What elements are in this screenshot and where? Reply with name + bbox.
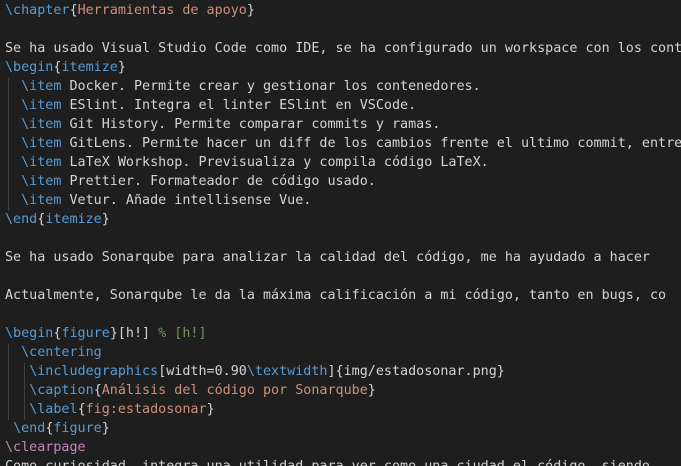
code-token: \centering bbox=[21, 345, 102, 360]
code-token: fig:estadosonar bbox=[85, 402, 207, 417]
code-token: \caption bbox=[29, 383, 94, 398]
code-token: Se ha usado Visual Studio Code como IDE,… bbox=[5, 41, 681, 56]
code-editor[interactable]: \chapter{Herramientas de apoyo} Se ha usa… bbox=[0, 0, 681, 466]
code-token: \item bbox=[21, 155, 62, 170]
code-line[interactable]: \label{fig:estadosonar} bbox=[5, 400, 681, 419]
code-line[interactable]: \centering bbox=[5, 343, 681, 362]
code-token: [h!] bbox=[117, 326, 151, 341]
code-token: \item bbox=[21, 98, 62, 113]
code-token: GitLens. Permite hacer un diff de los ca… bbox=[61, 136, 681, 151]
code-line[interactable]: \item Vetur. Añade intellisense Vue. bbox=[5, 191, 681, 210]
code-token: \item bbox=[21, 174, 62, 189]
code-token: } bbox=[206, 402, 215, 417]
code-token: LaTeX Workshop. Previsualiza y compila c… bbox=[61, 155, 489, 170]
code-token: \begin bbox=[5, 60, 54, 75]
code-line[interactable]: Como curiosidad, integra una utilidad pa… bbox=[5, 457, 681, 466]
code-token: \item bbox=[21, 136, 62, 151]
code-token: Git History. Permite comparar commits y … bbox=[61, 117, 441, 132]
code-line[interactable]: \item LaTeX Workshop. Previsualiza y com… bbox=[5, 153, 681, 172]
code-line[interactable] bbox=[5, 20, 681, 39]
code-token: \item bbox=[21, 117, 62, 132]
code-token: Docker. Permite crear y gestionar los co… bbox=[61, 79, 481, 94]
code-token: % [h!] bbox=[150, 326, 207, 341]
code-token: [width=0.90 bbox=[158, 364, 247, 379]
code-line[interactable]: \clearpage bbox=[5, 438, 681, 457]
code-line[interactable]: \caption{Análisis del código por Sonarqu… bbox=[5, 381, 681, 400]
code-token: } bbox=[117, 60, 126, 75]
code-token: { bbox=[69, 3, 78, 18]
code-token: { bbox=[93, 383, 102, 398]
code-token: Como curiosidad, integra una utilidad pa… bbox=[5, 459, 650, 466]
code-line[interactable]: \end{itemize} bbox=[5, 210, 681, 229]
code-line[interactable]: Se ha usado Visual Studio Code como IDE,… bbox=[5, 39, 681, 58]
code-line[interactable]: \chapter{Herramientas de apoyo} bbox=[5, 1, 681, 20]
code-token: } bbox=[101, 421, 110, 436]
code-token: ]{img/estadosonar.png} bbox=[327, 364, 505, 379]
code-line[interactable]: \begin{figure}[h!] % [h!] bbox=[5, 324, 681, 343]
code-token: \includegraphics bbox=[29, 364, 159, 379]
code-line[interactable]: \includegraphics[width=0.90\textwidth]{i… bbox=[5, 362, 681, 381]
code-token: figure bbox=[61, 326, 110, 341]
code-line[interactable]: \item Git History. Permite comparar comm… bbox=[5, 115, 681, 134]
code-token: \clearpage bbox=[5, 440, 86, 455]
code-token: \textwidth bbox=[246, 364, 328, 379]
code-token: Prettier. Formateador de código usado. bbox=[61, 174, 376, 189]
code-token: itemize bbox=[61, 60, 118, 75]
code-line[interactable] bbox=[5, 267, 681, 286]
code-token: \end bbox=[5, 212, 38, 227]
code-token: Vetur. Añade intellisense Vue. bbox=[61, 193, 312, 208]
code-token: \item bbox=[21, 193, 62, 208]
code-token: Se ha usado Sonarqube para analizar la c… bbox=[5, 250, 650, 265]
code-token: itemize bbox=[45, 212, 102, 227]
code-line[interactable]: Actualmente, Sonarqube le da la máxima c… bbox=[5, 286, 681, 305]
code-line[interactable]: Se ha usado Sonarqube para analizar la c… bbox=[5, 248, 681, 267]
code-token: Actualmente, Sonarqube le da la máxima c… bbox=[5, 288, 667, 303]
code-line[interactable]: \begin{itemize} bbox=[5, 58, 681, 77]
code-line[interactable]: \item GitLens. Permite hacer un diff de … bbox=[5, 134, 681, 153]
code-token: \end bbox=[13, 421, 46, 436]
code-token: \begin bbox=[5, 326, 54, 341]
code-token: ESlint. Integra el linter ESlint en VSCo… bbox=[61, 98, 417, 113]
code-line[interactable] bbox=[5, 229, 681, 248]
code-token: figure bbox=[53, 421, 102, 436]
code-token: \item bbox=[21, 79, 62, 94]
code-token: Análisis del código por Sonarqube bbox=[101, 383, 368, 398]
code-token: } bbox=[367, 383, 376, 398]
code-token: \chapter bbox=[5, 3, 70, 18]
code-token: } bbox=[109, 326, 118, 341]
code-token: \label bbox=[29, 402, 78, 417]
code-line[interactable]: \item Prettier. Formateador de código us… bbox=[5, 172, 681, 191]
code-token: { bbox=[77, 402, 86, 417]
code-token: } bbox=[101, 212, 110, 227]
code-line[interactable] bbox=[5, 305, 681, 324]
code-line[interactable]: \item Docker. Permite crear y gestionar … bbox=[5, 77, 681, 96]
code-token: Herramientas de apoyo bbox=[77, 3, 247, 18]
code-token: } bbox=[246, 3, 255, 18]
code-line[interactable]: \end{figure} bbox=[5, 419, 681, 438]
code-line[interactable]: \item ESlint. Integra el linter ESlint e… bbox=[5, 96, 681, 115]
